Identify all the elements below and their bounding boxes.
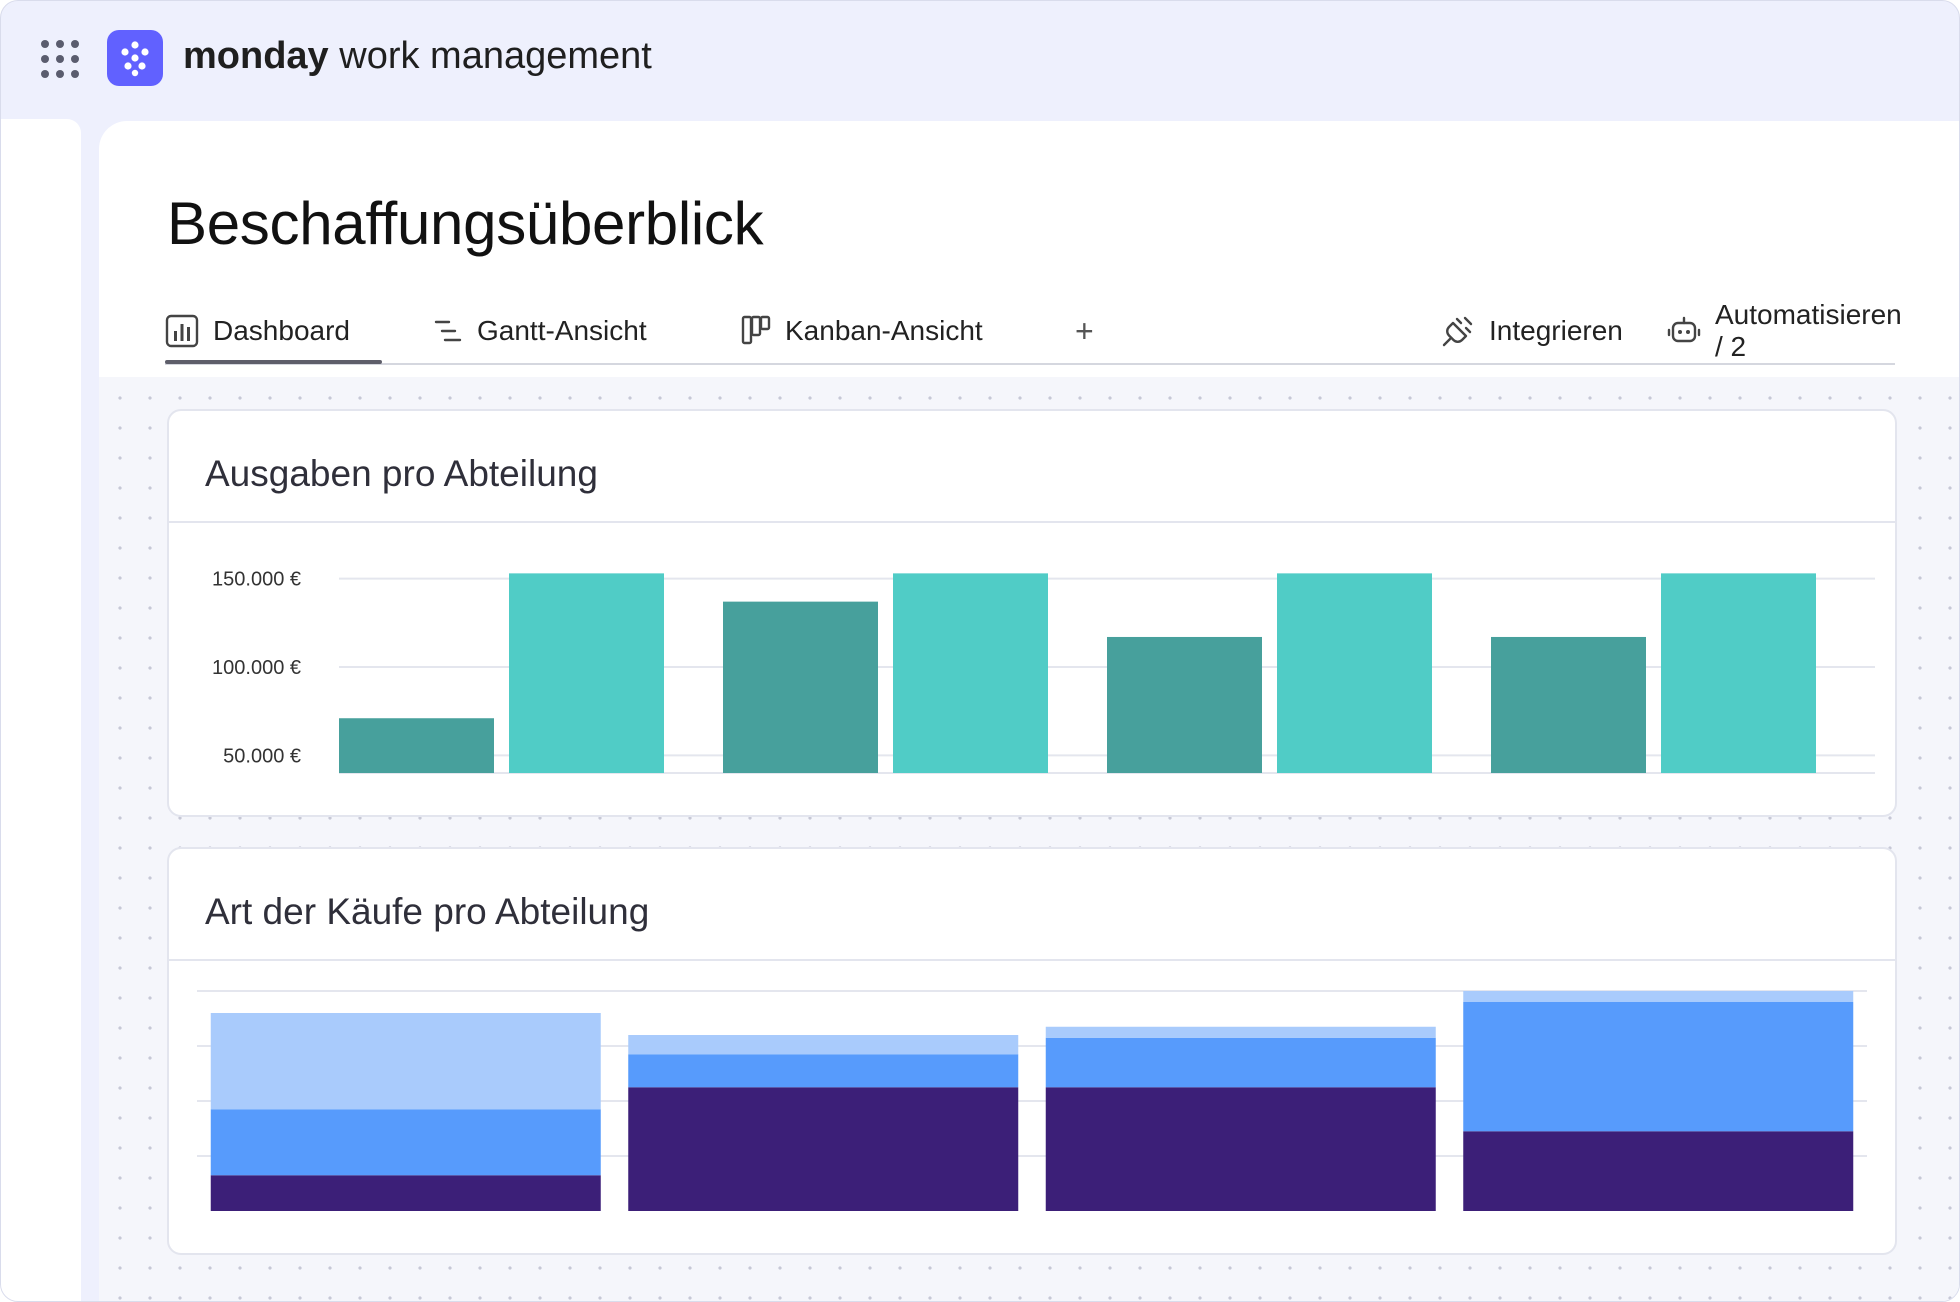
tab-label: Dashboard xyxy=(213,315,350,346)
bar xyxy=(893,573,1048,773)
stacked-bar-segment xyxy=(628,1054,1019,1088)
integrate-button[interactable]: Integrieren xyxy=(1441,301,1623,361)
y-tick-label: 50.000 € xyxy=(223,745,301,767)
stacked-bar-segment xyxy=(1463,1002,1854,1132)
stacked-bar-segment xyxy=(1045,1037,1436,1088)
bar xyxy=(339,718,494,773)
tab-label: Gantt-Ansicht xyxy=(477,315,647,346)
widget-title: Art der Käufe pro Abteilung xyxy=(205,891,650,932)
left-sidebar xyxy=(1,119,81,1301)
brand-rest: work management xyxy=(328,35,652,77)
integrate-plug-icon xyxy=(1442,316,1473,347)
stacked-bar-segment xyxy=(210,1013,601,1110)
integrate-label: Integrieren xyxy=(1489,315,1623,346)
tab-label: Kanban-Ansicht xyxy=(785,315,983,346)
bar xyxy=(1661,573,1816,773)
automate-label: Automatisieren / 2 xyxy=(1715,299,1902,362)
tab-kanban[interactable]: Kanban-Ansicht xyxy=(741,301,983,361)
page-title: Beschaffungsüberblick xyxy=(167,190,764,257)
top-bar: monday work management xyxy=(1,1,1959,119)
stacked-bar-segment xyxy=(210,1175,601,1211)
bar xyxy=(1491,636,1646,773)
add-view-icon: + xyxy=(1075,312,1094,349)
brand-bold: monday xyxy=(183,35,329,77)
automate-button[interactable]: Automatisieren / 2 xyxy=(1667,299,1902,362)
bar xyxy=(1277,573,1432,773)
widget-title: Ausgaben pro Abteilung xyxy=(205,453,598,494)
tab-dashboard[interactable]: Dashboard xyxy=(165,301,382,364)
add-view-button[interactable]: + xyxy=(1075,301,1094,361)
stacked-bar-segment xyxy=(1045,1087,1436,1211)
y-tick-label: 100.000 € xyxy=(212,657,301,679)
widget-spend-per-department[interactable]: Ausgaben pro Abteilung 150.000 € 100.000 … xyxy=(167,409,1897,817)
bar xyxy=(1107,636,1262,773)
stacked-bar-segment xyxy=(628,1087,1019,1211)
stacked-bar-segment xyxy=(210,1109,601,1176)
dashboard-chart-icon xyxy=(165,314,199,348)
stacked-bar-segment xyxy=(628,1035,1019,1055)
y-tick-label: 150.000 € xyxy=(212,569,301,591)
monday-logo-icon[interactable] xyxy=(107,30,163,86)
stacked-bar-segment xyxy=(1463,1131,1854,1211)
dashboard-canvas: Ausgaben pro Abteilung 150.000 € 100.000 … xyxy=(99,377,1959,1301)
product-name: monday work management xyxy=(183,35,652,78)
gantt-icon xyxy=(434,320,462,342)
app-window: monday work management Beschaffungsüberb… xyxy=(0,0,1960,1302)
stacked-bar-segment xyxy=(1463,991,1854,1002)
stacked-bar-segment xyxy=(1045,1026,1436,1038)
kanban-icon xyxy=(741,315,771,345)
robot-automation-icon xyxy=(1667,316,1701,343)
purchase-types-stacked-chart xyxy=(197,990,1867,1211)
main-content: Beschaffungsüberblick Dashboard Gantt-An… xyxy=(99,121,1959,1301)
view-tabs: Dashboard Gantt-Ansicht Kanban-Ansicht +… xyxy=(165,299,1902,365)
spend-bar-chart: 150.000 € 100.000 € 50.000 € xyxy=(212,569,1875,774)
tab-gantt[interactable]: Gantt-Ansicht xyxy=(433,301,647,361)
apps-grid-icon[interactable] xyxy=(40,39,80,79)
bar xyxy=(723,601,878,773)
bar xyxy=(509,573,664,773)
widget-purchase-types[interactable]: Art der Käufe pro Abteilung xyxy=(167,847,1897,1255)
